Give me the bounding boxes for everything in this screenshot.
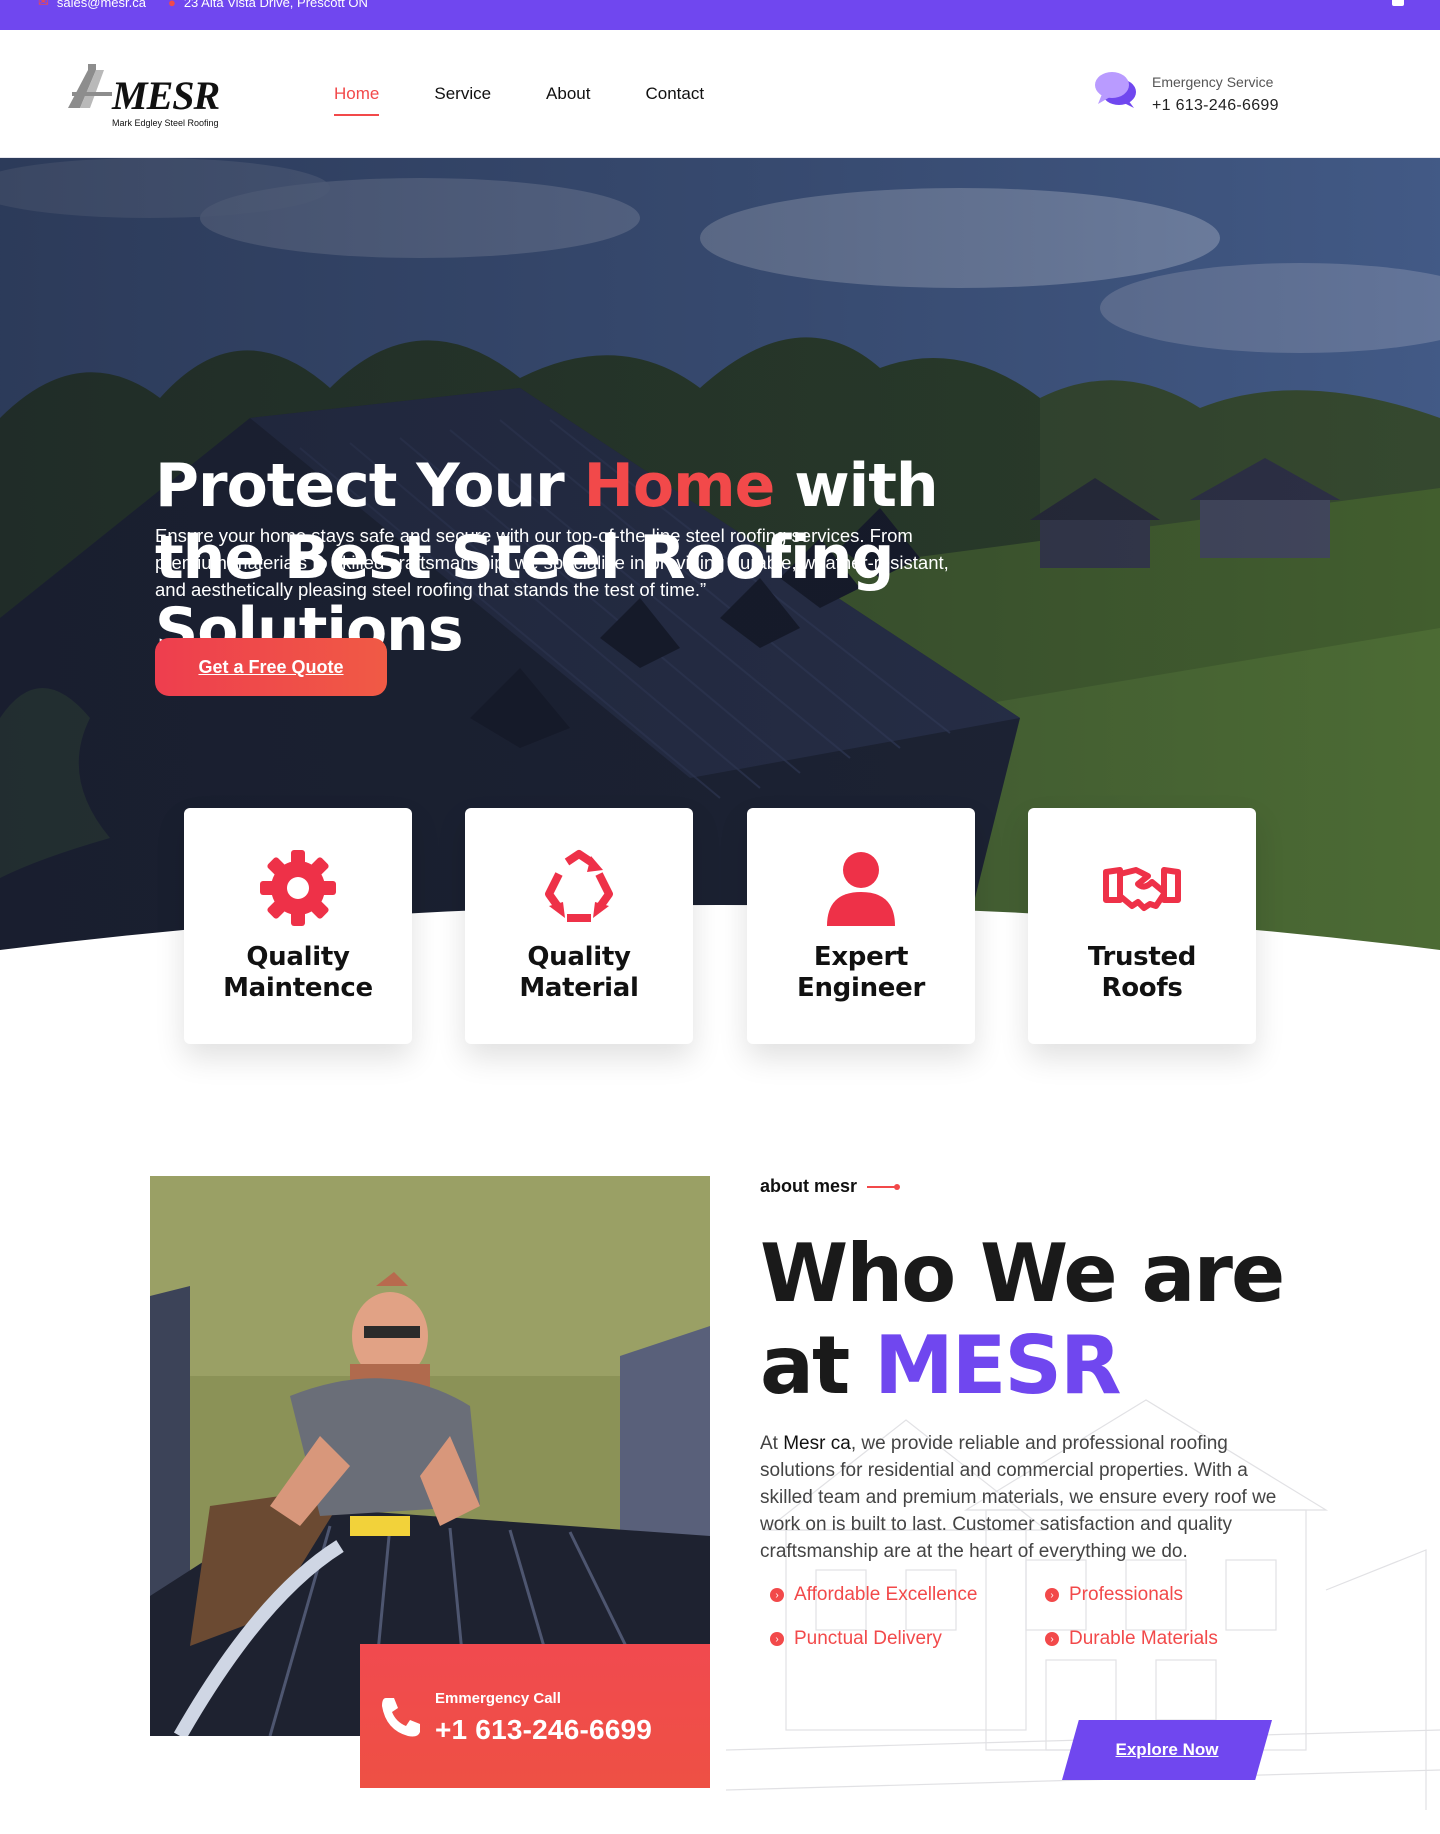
feature-title: Expert Engineer (797, 942, 925, 1004)
logo-tagline: Mark Edgley Steel Roofing (112, 118, 219, 128)
about-feature-item: › Durable Materials (1045, 1628, 1270, 1650)
feature-title: Quality Maintence (223, 942, 373, 1004)
about-feature-text: Punctual Delivery (794, 1628, 942, 1649)
nav-service[interactable]: Service (434, 84, 491, 104)
feature-title-line1: Expert (813, 942, 909, 972)
feature-card-maintenance[interactable]: Quality Maintence (184, 808, 412, 1044)
about-description-prefix: At (760, 1433, 784, 1454)
feature-title: Quality Material (519, 942, 639, 1004)
recycle-icon (545, 850, 613, 922)
about-feature-item: › Affordable Excellence (770, 1584, 1045, 1606)
explore-now-button[interactable]: Explore Now (1062, 1720, 1272, 1780)
feature-card-material[interactable]: Quality Material (465, 808, 693, 1044)
emergency-call-label: Emmergency Call (435, 1690, 561, 1707)
about-feature-text: Professionals (1069, 1584, 1184, 1605)
handshake-icon (1103, 867, 1181, 911)
arrow-line-icon (867, 1183, 901, 1190)
main-nav: Home Service About Contact (334, 84, 704, 116)
about-title-line1: Who We are (760, 1227, 1285, 1320)
feature-title-line2: Material (519, 973, 639, 1003)
arrow-circle-icon: › (1045, 1588, 1059, 1602)
about-feature-item: › Professionals (1045, 1584, 1270, 1606)
topbar-address: ● 23 Alta Vista Drive, Prescott ON (168, 0, 368, 10)
feature-title-line1: Quality (246, 942, 350, 972)
feature-title-line1: Trusted (1087, 942, 1197, 972)
get-free-quote-button[interactable]: Get a Free Quote (155, 638, 387, 696)
feature-title-line2: Roofs (1101, 973, 1183, 1003)
about-title-accent: MESR (874, 1319, 1121, 1412)
emergency-phone[interactable]: +1 613-246-6699 (1152, 97, 1279, 115)
feature-card-trusted[interactable]: Trusted Roofs (1028, 808, 1256, 1044)
location-pin-icon: ● (167, 0, 176, 10)
hero-title-accent: Home (583, 451, 776, 521)
feature-card-engineer[interactable]: Expert Engineer (747, 808, 975, 1044)
about-description: At Mesr ca, we provide reliable and prof… (760, 1430, 1300, 1565)
arrow-circle-icon: › (770, 1632, 784, 1646)
arrow-circle-icon: › (1045, 1632, 1059, 1646)
about-title-at: at (760, 1319, 875, 1412)
about-eyebrow: about mesr (760, 1176, 901, 1197)
about-title: Who We are at MESR (760, 1228, 1320, 1412)
arrow-circle-icon: › (770, 1588, 784, 1602)
mail-icon: ✉ (38, 0, 49, 9)
emergency-call-phone[interactable]: +1 613-246-6699 (435, 1714, 652, 1746)
emergency-call-box[interactable]: Emmergency Call +1 613-246-6699 (360, 1644, 710, 1788)
topbar-email-text: sales@mesr.ca (56, 0, 146, 10)
logo-wordmark: MESR (112, 73, 220, 118)
about-description-brand: Mesr ca (783, 1433, 851, 1454)
nav-home[interactable]: Home (334, 84, 380, 116)
nav-contact[interactable]: Contact (645, 84, 704, 104)
about-feature-text: Durable Materials (1069, 1628, 1218, 1649)
nav-about[interactable]: About (546, 84, 590, 104)
gear-icon (260, 850, 336, 926)
phone-icon (382, 1698, 420, 1737)
emergency-service[interactable]: Emergency Service +1 613-246-6699 (1094, 66, 1354, 126)
about-eyebrow-text: about mesr (760, 1176, 858, 1196)
feature-title: Trusted Roofs (1087, 942, 1197, 1004)
site-logo[interactable]: MESR Mark Edgley Steel Roofing (66, 58, 228, 130)
chat-bubble-icon (1095, 72, 1136, 108)
about-feature-item: › Punctual Delivery (770, 1628, 1045, 1650)
hero-description: Ensure your home stays safe and secure w… (155, 525, 949, 600)
hero-title-part1: Protect Your (155, 451, 584, 521)
feature-title-line1: Quality (527, 942, 631, 972)
feature-title-line2: Engineer (797, 973, 925, 1003)
site-header: MESR Mark Edgley Steel Roofing Home Serv… (0, 30, 1440, 158)
about-feature-list: › Affordable Excellence › Professionals › P… (770, 1584, 1270, 1650)
about-feature-text: Affordable Excellence (794, 1584, 978, 1605)
topbar-address-text: 23 Alta Vista Drive, Prescott ON (183, 0, 368, 10)
emergency-label: Emergency Service (1152, 74, 1274, 90)
user-icon (827, 852, 895, 926)
facebook-icon[interactable] (1392, 0, 1404, 6)
feature-title-line2: Maintence (223, 973, 373, 1003)
topbar-email[interactable]: ✉ sales@mesr.ca (38, 0, 146, 10)
top-bar: ✉ sales@mesr.ca ● 23 Alta Vista Drive, P… (0, 0, 1440, 30)
